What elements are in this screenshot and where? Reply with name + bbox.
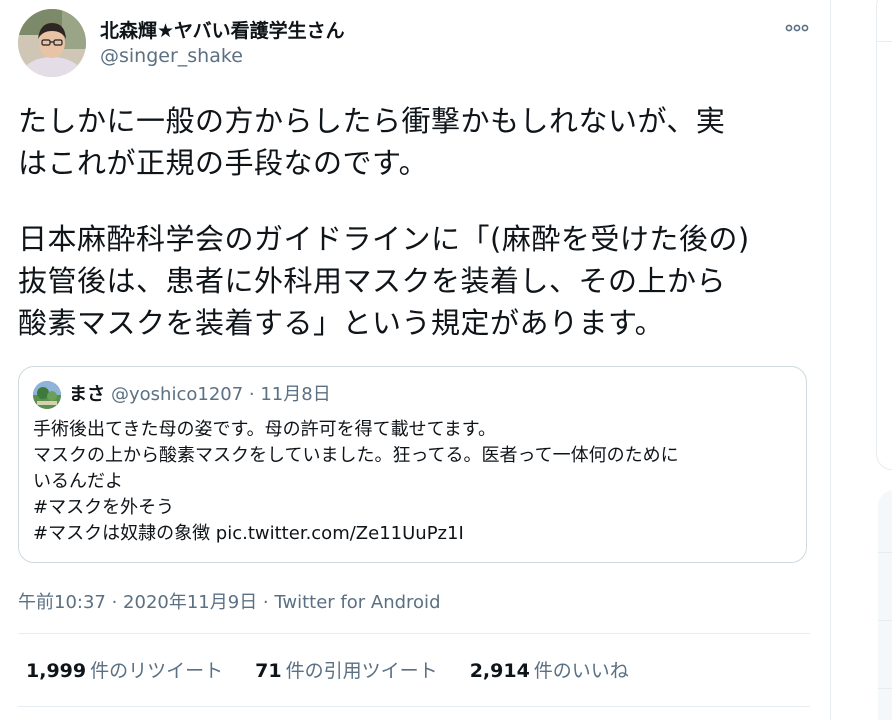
author-display-name[interactable]: 北森輝★ヤバい看護学生さん [100, 16, 345, 43]
quotes-label: 件の引用ツイート [285, 660, 438, 682]
quoted-text-line: #マスクを外そう [33, 497, 175, 518]
divider [18, 633, 810, 634]
quoted-text: 手術後出てきた母の姿です。母の許可を得て載せてます。 マスクの上から酸素マスクを… [33, 417, 793, 547]
quoted-avatar[interactable] [33, 381, 61, 409]
timestamp-separator: · [257, 592, 275, 613]
sidebar-divider [878, 620, 892, 621]
sidebar-divider [878, 688, 892, 689]
column-divider [830, 0, 831, 720]
quoted-display-name: まさ [69, 384, 105, 405]
quotes-count: 71 [255, 660, 282, 682]
likes-stat[interactable]: 2,914 件のいいね [470, 656, 629, 683]
tweet-timestamp: 午前10:37 · 2020年11月9日 · Twitter for Andro… [18, 588, 441, 614]
quoted-text-line: マスクの上から酸素マスクをしていました。狂ってる。医者って一体何のために [33, 445, 679, 466]
tweet-text: たしかに一般の方からしたら衝撃かもしれないが、実 はこれが正規の手段なのです。 … [18, 100, 818, 344]
retweets-count: 1,999 [26, 660, 87, 682]
sidebar-divider [877, 41, 892, 42]
tweet-text-line: 酸素マスクを装着する」という規定があります。 [18, 306, 665, 340]
sidebar-divider [878, 552, 892, 553]
likes-count: 2,914 [469, 660, 530, 682]
divider [18, 706, 810, 707]
avatar-photo [18, 9, 86, 77]
author-handle[interactable]: @singer_shake [100, 45, 243, 67]
tweet-text-line: 日本麻酔科学会のガイドラインに「(麻酔を受けた後の) [18, 222, 750, 256]
sidebar-card [876, 0, 892, 470]
avatar[interactable] [18, 9, 86, 77]
quoted-header: まさ @yoshico1207 · 11月8日 [69, 381, 331, 409]
sidebar-card [878, 490, 892, 720]
likes-label: 件のいいね [533, 660, 629, 682]
tweet-text-line: たしかに一般の方からしたら衝撃かもしれないが、実 [18, 104, 726, 138]
tweet-text-line: 抜管後は、患者に外科用マスクを装着し、その上から [18, 264, 727, 298]
tweet-source-link[interactable]: Twitter for Android [274, 592, 440, 613]
quoted-text-line: #マスクは奴隷の象徴 pic.twitter.com/Ze11UuPz1I [33, 523, 464, 544]
tweet-detail-page: 北森輝★ヤバい看護学生さん @singer_shake たしかに一般の方からした… [0, 0, 892, 720]
quoted-text-line: 手術後出てきた母の姿です。母の許可を得て載せてます。 [33, 419, 496, 440]
tweet-stats: 1,999 件のリツイート 71 件の引用ツイート 2,914 件のいいね [26, 656, 655, 683]
quoted-avatar-image [33, 381, 61, 409]
tweet-text-line: はこれが正規の手段なのです。 [18, 146, 429, 180]
quoted-meta: @yoshico1207 · 11月8日 [111, 384, 331, 405]
retweets-stat[interactable]: 1,999 件のリツイート [26, 656, 223, 683]
quotes-stat[interactable]: 71 件の引用ツイート [255, 656, 437, 683]
retweets-label: 件のリツイート [90, 660, 224, 682]
quoted-tweet[interactable]: まさ @yoshico1207 · 11月8日 手術後出てきた母の姿です。母の許可… [18, 366, 807, 563]
more-horizontal-icon[interactable] [783, 18, 811, 38]
quoted-text-line: いるんだよ [33, 471, 123, 492]
timestamp-text[interactable]: 午前10:37 · 2020年11月9日 [18, 592, 257, 613]
